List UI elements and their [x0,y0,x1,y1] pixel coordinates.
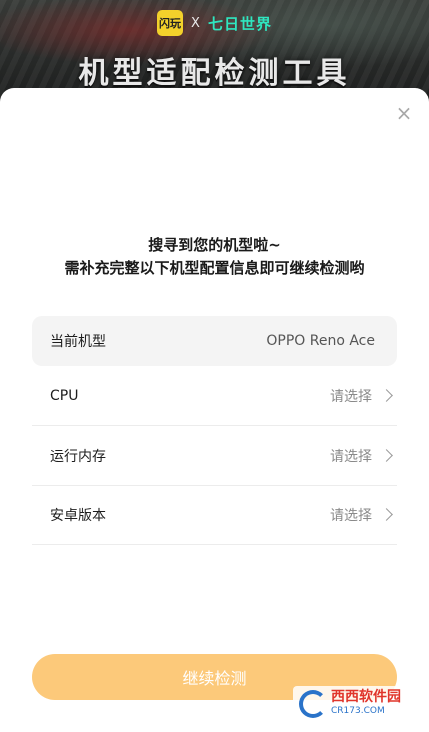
dialog-heading: 搜寻到您的机型啦~ 需补充完整以下机型配置信息即可继续检测哟 [0,234,429,280]
heading-line-1: 搜寻到您的机型啦~ [148,236,281,254]
chevron-right-icon [380,508,393,521]
ram-select-value: 请选择 [330,446,397,466]
ram-placeholder: 请选择 [330,448,372,465]
ram-select-row[interactable]: 运行内存 请选择 [32,426,397,486]
cpu-select-row[interactable]: CPU 请选择 [32,366,397,426]
cpu-placeholder: 请选择 [330,388,372,405]
collab-x: X [191,15,200,31]
heading-line-2: 需补充完整以下机型配置信息即可继续检测哟 [64,259,365,277]
watermark-logo-icon [299,690,327,718]
cpu-select-value: 请选择 [330,386,397,406]
cpu-label: CPU [50,387,79,404]
ram-label: 运行内存 [50,448,106,465]
current-device-value: OPPO Reno Ace [266,333,375,349]
watermark-sub: CR173.COM [331,706,385,716]
android-version-select-value: 请选择 [330,505,397,525]
android-version-placeholder: 请选择 [330,507,372,524]
chevron-right-icon [380,449,393,462]
watermark-text: 西西软件园 CR173.COM [331,690,401,718]
watermark-main: 西西软件园 [331,689,401,705]
android-version-label: 安卓版本 [50,507,106,524]
brand-logo: 闪玩 [157,10,184,36]
brand-row: 闪玩 X 七日世界 [0,10,429,36]
android-version-select-row[interactable]: 安卓版本 请选择 [32,485,397,545]
watermark: 西西软件园 CR173.COM [293,686,407,722]
chevron-right-icon [380,389,393,402]
current-device-label: 当前机型 [50,334,106,350]
current-device-row: 当前机型 OPPO Reno Ace [32,316,397,366]
close-icon[interactable]: × [393,101,415,125]
game-logo: 七日世界 [207,14,272,33]
top-banner: 闪玩 X 七日世界 机型适配检测工具 [0,0,429,100]
detection-dialog: × 搜寻到您的机型啦~ 需补充完整以下机型配置信息即可继续检测哟 当前机型 OP… [0,88,429,732]
banner-title: 机型适配检测工具 [78,56,351,91]
